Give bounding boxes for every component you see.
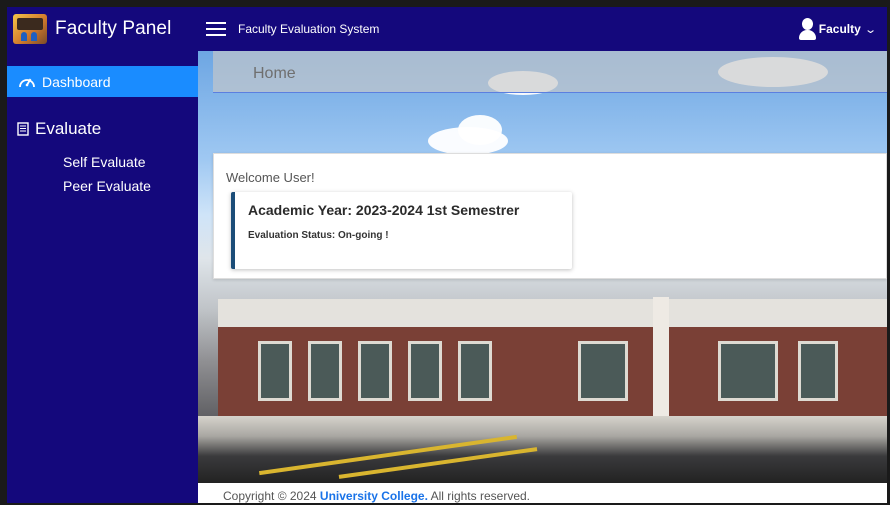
welcome-card: Welcome User! Academic Year: 2023-2024 1…	[213, 153, 887, 279]
page-title: Home	[253, 65, 296, 82]
brand[interactable]: Faculty Panel	[7, 7, 199, 51]
brand-title: Faculty Panel	[55, 18, 172, 39]
user-name: Faculty	[818, 22, 861, 36]
sidebar-section-label: Evaluate	[35, 119, 102, 138]
academic-year-card: Academic Year: 2023-2024 1st Semestrer E…	[231, 192, 572, 269]
sidebar-item-self-evaluate[interactable]: Self Evaluate	[63, 154, 146, 170]
user-menu[interactable]: Faculty ⌄	[798, 7, 877, 51]
gauge-icon	[19, 78, 35, 87]
app-window: Faculty Panel Faculty Evaluation System …	[7, 7, 887, 503]
academic-year-title: Academic Year: 2023-2024 1st Semestrer	[248, 202, 520, 218]
top-navbar: Faculty Panel Faculty Evaluation System …	[7, 7, 887, 51]
main-content: Home Welcome User! Academic Year: 2023-2…	[198, 51, 887, 503]
footer-prefix: Copyright © 2024	[223, 489, 320, 503]
sidebar-item-dashboard[interactable]: Dashboard	[7, 66, 198, 97]
menu-toggle-icon[interactable]	[206, 22, 226, 36]
document-icon	[17, 122, 29, 136]
footer-suffix: All rights reserved.	[427, 489, 530, 503]
sidebar: Dashboard Evaluate Self Evaluate Peer Ev…	[7, 51, 198, 503]
evaluation-status: Evaluation Status: On-going !	[248, 230, 389, 241]
sidebar-item-label: Dashboard	[42, 73, 111, 90]
faculty-logo-icon	[13, 14, 47, 44]
chevron-down-icon: ⌄	[863, 23, 877, 36]
welcome-message: Welcome User!	[226, 170, 315, 185]
footer: Copyright © 2024 University College. All…	[198, 483, 887, 503]
page-header: Home	[213, 51, 887, 93]
sidebar-item-peer-evaluate[interactable]: Peer Evaluate	[63, 178, 151, 194]
footer-org-link[interactable]: University College.	[320, 489, 428, 503]
user-icon	[798, 17, 816, 41]
sidebar-section-evaluate[interactable]: Evaluate	[17, 119, 101, 139]
system-title: Faculty Evaluation System	[238, 22, 380, 36]
